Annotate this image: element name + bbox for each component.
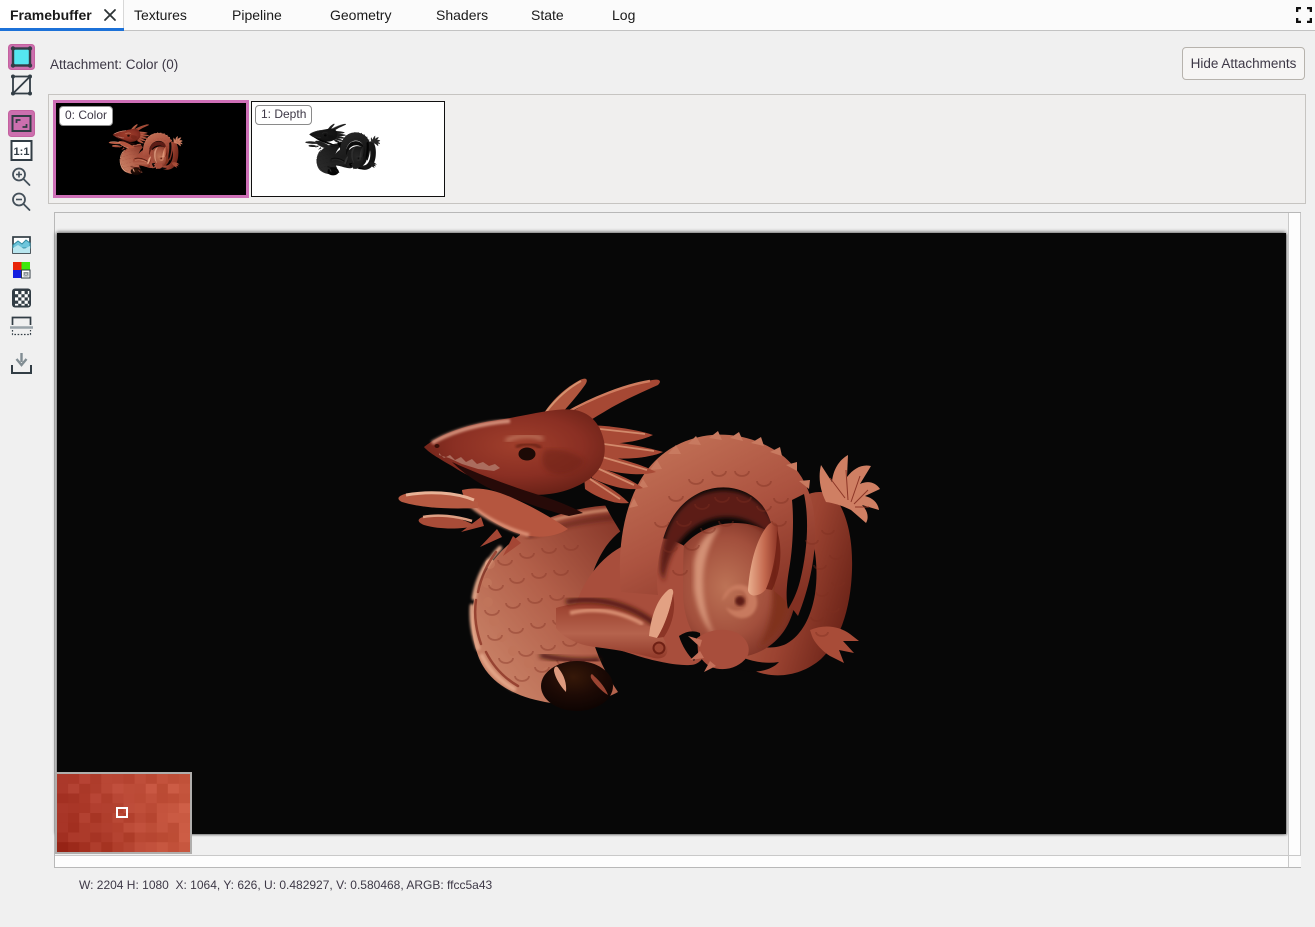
svg-text:A: A — [24, 272, 27, 277]
svg-text:1:1: 1:1 — [14, 146, 30, 158]
